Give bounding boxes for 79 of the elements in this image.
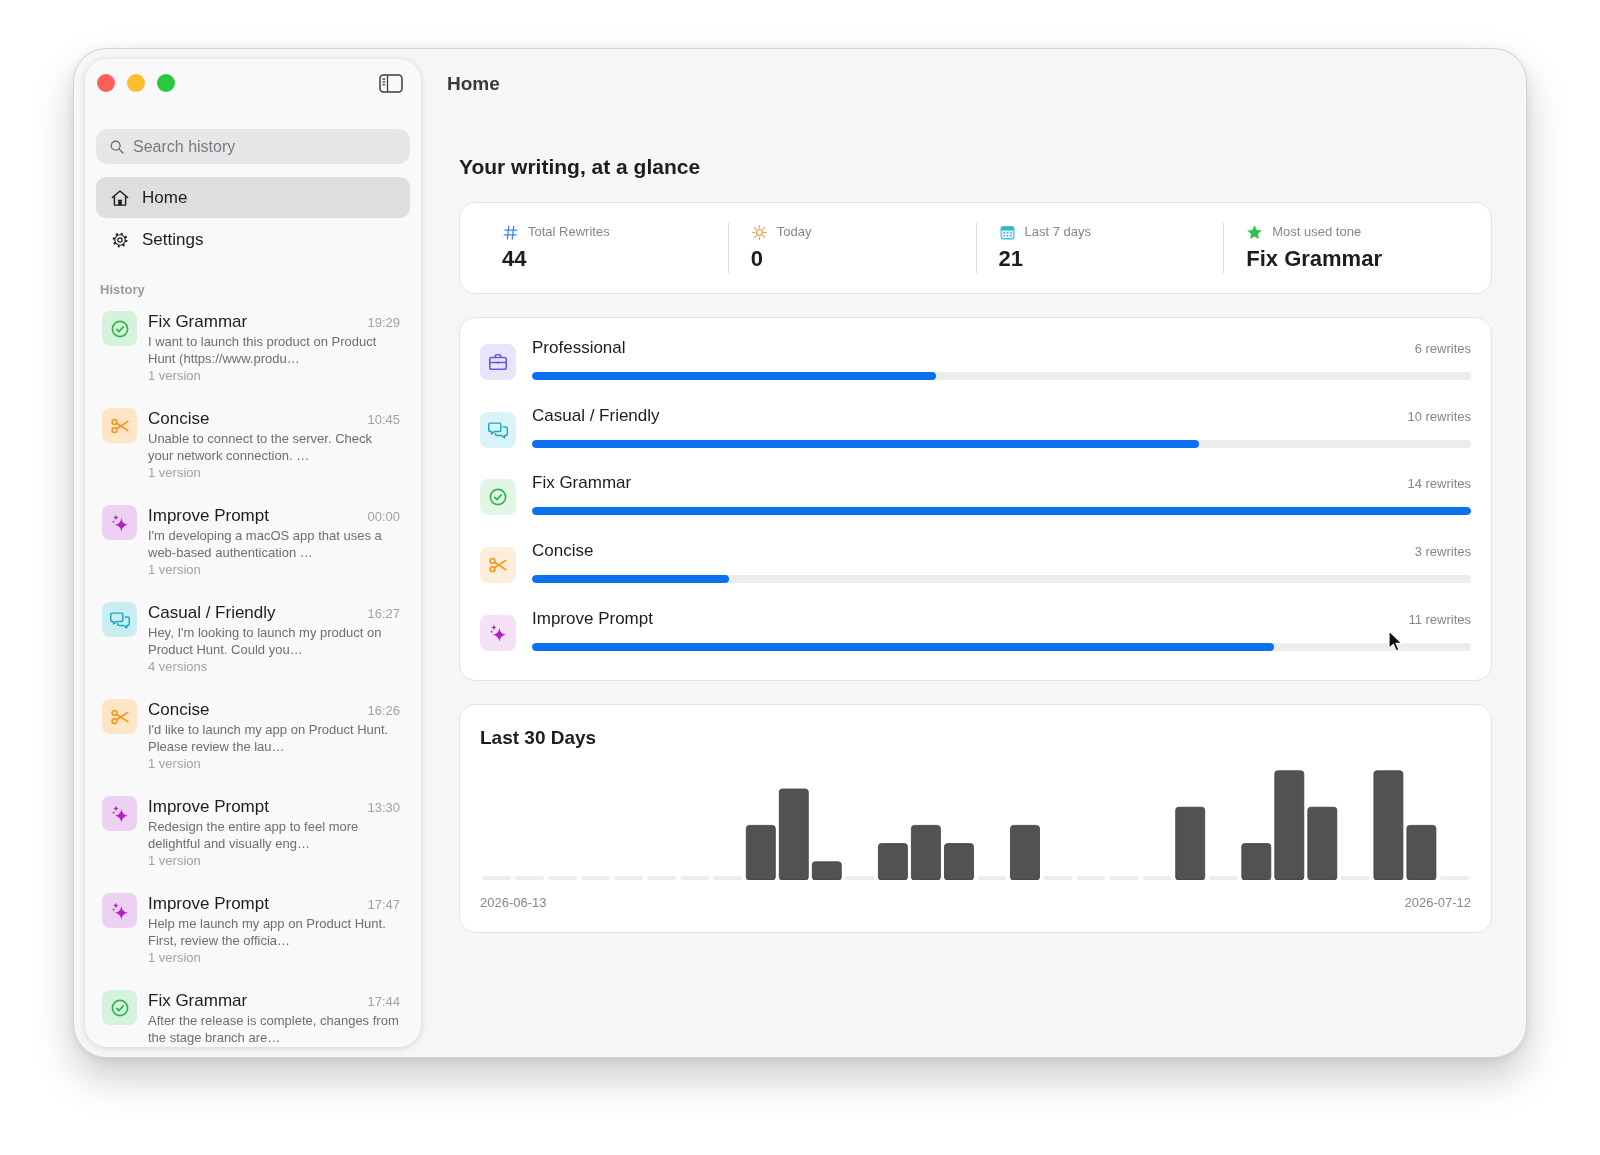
sidebar-toggle-icon[interactable] xyxy=(379,73,403,93)
sparkle-icon xyxy=(102,796,137,831)
history-time: 17:47 xyxy=(367,896,400,914)
history-time: 19:29 xyxy=(367,314,400,332)
sparkle-icon xyxy=(480,614,516,651)
history-time: 16:26 xyxy=(367,702,400,720)
stat-value: 44 xyxy=(502,245,528,273)
stat-value: 21 xyxy=(998,245,1024,273)
tone-name: Casual / Friendly xyxy=(532,405,660,426)
rewrite-count: 6 rewrites xyxy=(1414,340,1471,358)
history-title[interactable]: Casual / Friendly xyxy=(148,602,276,624)
tone-name: Fix Grammar xyxy=(532,473,632,494)
version-count: 1 version xyxy=(148,949,202,967)
scissors-icon xyxy=(102,408,137,443)
window-title: Home xyxy=(447,73,501,95)
stat-label: Last 7 days xyxy=(1024,223,1091,242)
tone-name: Professional xyxy=(532,338,626,358)
calendar-icon xyxy=(998,223,1016,241)
stat-label: Total Rewrites xyxy=(528,223,610,242)
rewrite-count: 10 rewrites xyxy=(1407,407,1471,426)
mouse-pointer-icon xyxy=(1388,630,1403,652)
chat-bubbles-icon xyxy=(102,602,137,637)
stat-value: 0 xyxy=(750,245,764,273)
rewrite-count: 14 rewrites xyxy=(1407,475,1471,494)
window-zoom-button[interactable] xyxy=(157,74,175,92)
history-time: 17:44 xyxy=(367,993,400,1011)
history-snippet: Unable to connect to the server. Check your network connection. … xyxy=(148,430,373,464)
briefcase-icon xyxy=(480,344,516,380)
chat-bubbles-icon xyxy=(480,411,516,448)
history-title[interactable]: Improve Prompt xyxy=(148,505,269,527)
star-icon xyxy=(1246,223,1264,241)
window-close-button[interactable] xyxy=(97,74,115,92)
history-snippet: Hey, I'm looking to launch my product on Product Hunt. Could you… xyxy=(148,624,383,658)
sparkle-icon xyxy=(102,505,137,540)
sun-icon xyxy=(750,223,768,241)
history-title[interactable]: Concise xyxy=(148,408,210,430)
search-icon xyxy=(109,139,125,155)
section-heading: Your writing, at a glance xyxy=(459,154,702,180)
version-count: 1 version xyxy=(148,755,202,773)
history-title[interactable]: Fix Grammar xyxy=(148,990,248,1012)
history-title[interactable]: Improve Prompt xyxy=(148,796,269,818)
rewrite-count: 3 rewrites xyxy=(1414,543,1471,562)
sidebar-nav-item[interactable]: Settings xyxy=(96,219,410,260)
window-minimize-button[interactable] xyxy=(127,74,145,92)
scissors-icon xyxy=(102,699,137,734)
history-time: 13:30 xyxy=(367,799,400,817)
version-count: 1 version xyxy=(148,367,202,385)
history-time: 10:45 xyxy=(367,411,400,429)
tone-name: Improve Prompt xyxy=(532,608,653,629)
version-count: 1 version xyxy=(148,464,202,482)
chart-title: Last 30 Days xyxy=(480,725,598,750)
search-field[interactable]: Search history xyxy=(96,129,410,164)
hash-icon xyxy=(502,223,519,241)
history-snippet: I'd like to launch my app on Product Hunt. Please review the lau… xyxy=(148,721,390,755)
home-icon xyxy=(110,187,130,208)
tone-name: Concise xyxy=(532,541,594,562)
stat-label: Today xyxy=(776,223,812,242)
start-date-label: 2026-06-13 xyxy=(480,893,547,912)
version-count: 1 version xyxy=(148,561,202,579)
sidebar-nav-item[interactable]: Home xyxy=(96,177,410,218)
scissors-icon xyxy=(480,547,516,584)
sparkle-icon xyxy=(102,893,137,928)
history-title[interactable]: Fix Grammar xyxy=(148,311,248,333)
rewrite-count: 11 rewrites xyxy=(1408,610,1471,629)
history-time: 00:00 xyxy=(367,508,400,526)
stat-value: Fix Grammar xyxy=(1246,245,1383,273)
history-snippet: Redesign the entire app to feel more delightful and visually eng… xyxy=(148,818,360,852)
history-snippet: Help me launch my app on Product Hunt. First, review the officia… xyxy=(148,915,387,949)
history-title[interactable]: Concise xyxy=(148,699,210,721)
history-snippet: After the release is complete, changes from the stage branch are… xyxy=(148,1012,400,1046)
history-title[interactable]: Improve Prompt xyxy=(148,893,269,915)
version-count: 1 version xyxy=(148,852,202,870)
stat-label: Most used tone xyxy=(1272,223,1362,242)
section-label: History xyxy=(99,282,146,298)
version-count: 4 versions xyxy=(148,658,209,676)
end-date-label: 2026-07-12 xyxy=(1404,893,1471,912)
history-snippet: I'm developing a macOS app that uses a web-based authentication … xyxy=(148,527,383,561)
history-time: 16:27 xyxy=(367,605,400,623)
history-snippet: I want to launch this product on Product Hunt (https://www.produ… xyxy=(148,333,378,367)
